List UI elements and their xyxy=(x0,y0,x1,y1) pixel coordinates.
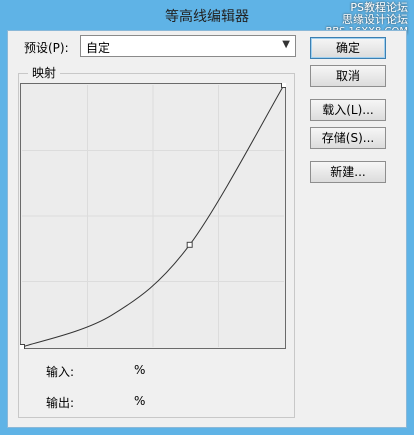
contour-editor-dialog: 预设(P): 自定 ▼ 确定 取消 载入(L)... 存储(S)... 新建..… xyxy=(7,30,407,428)
input-unit: % xyxy=(134,363,146,377)
ok-button[interactable]: 确定 xyxy=(310,37,386,59)
chevron-down-icon[interactable]: ▼ xyxy=(282,39,290,50)
load-button[interactable]: 载入(L)... xyxy=(310,99,386,121)
curve-control-point[interactable] xyxy=(281,83,287,88)
preset-select[interactable]: 自定 ▼ xyxy=(80,35,296,57)
mapping-title: 映射 xyxy=(28,64,61,81)
input-label: 输入: xyxy=(46,365,75,379)
preset-label: 预设(P): xyxy=(24,41,69,55)
preset-value: 自定 xyxy=(86,41,111,55)
output-unit: % xyxy=(134,394,146,408)
contour-curve-graph[interactable] xyxy=(20,83,286,349)
new-button[interactable]: 新建... xyxy=(310,161,386,183)
title-bar[interactable]: 等高线编辑器 PS教程论坛 思缘设计论坛 BBS.16XX8.COM xyxy=(0,0,414,37)
cancel-button[interactable]: 取消 xyxy=(310,65,386,87)
watermark-line1: 思缘设计论坛 xyxy=(342,13,408,26)
curve-control-point[interactable] xyxy=(20,344,25,350)
output-label: 输出: xyxy=(46,396,75,410)
curve-control-point[interactable] xyxy=(186,241,193,248)
save-button[interactable]: 存储(S)... xyxy=(310,127,386,149)
